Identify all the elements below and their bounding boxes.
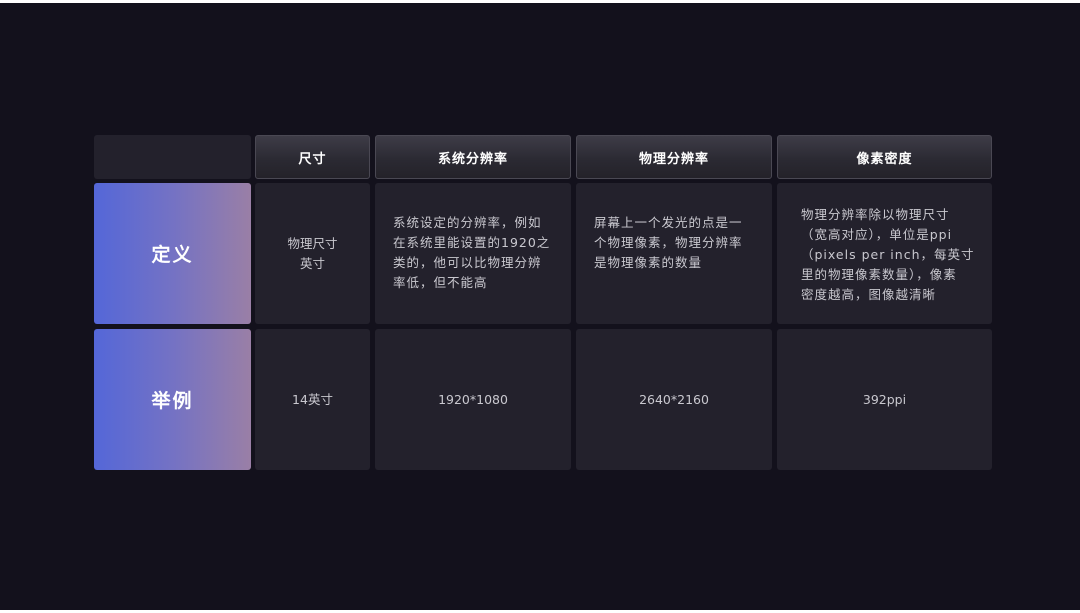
table-corner-cell bbox=[94, 135, 251, 179]
example-system-resolution-text: 1920*1080 bbox=[438, 391, 508, 407]
column-header-pixel-density: 像素密度 bbox=[777, 135, 992, 179]
definition-physical-resolution-cell: 屏幕上一个发光的点是一 个物理像素，物理分辨率 是物理像素的数量 bbox=[576, 183, 772, 324]
definition-size-text: 物理尺寸 英寸 bbox=[287, 235, 338, 271]
example-physical-resolution-cell: 2640*2160 bbox=[576, 329, 772, 470]
column-header-system-resolution: 系统分辨率 bbox=[375, 135, 571, 179]
example-physical-resolution-text: 2640*2160 bbox=[639, 391, 709, 407]
example-system-resolution-cell: 1920*1080 bbox=[375, 329, 571, 470]
column-header-size: 尺寸 bbox=[255, 135, 370, 179]
example-size-cell: 14英寸 bbox=[255, 329, 370, 470]
row-header-example: 举例 bbox=[94, 329, 251, 470]
definition-pixel-density-cell: 物理分辨率除以物理尺寸 （宽高对应），单位是ppi （pixels per in… bbox=[777, 183, 992, 324]
definition-pixel-density-text: 物理分辨率除以物理尺寸 （宽高对应），单位是ppi （pixels per in… bbox=[801, 207, 975, 302]
column-header-physical-resolution: 物理分辨率 bbox=[576, 135, 772, 179]
example-size-text: 14英寸 bbox=[292, 391, 333, 407]
definition-size-cell: 物理尺寸 英寸 bbox=[255, 183, 370, 324]
example-pixel-density-cell: 392ppi bbox=[777, 329, 992, 470]
row-header-definition: 定义 bbox=[94, 183, 251, 324]
definition-system-resolution-text: 系统设定的分辨率，例如 在系统里能设置的1920之 类的，他可以比物理分辨 率低… bbox=[393, 215, 551, 290]
example-pixel-density-text: 392ppi bbox=[862, 391, 907, 407]
definition-physical-resolution-text: 屏幕上一个发光的点是一 个物理像素，物理分辨率 是物理像素的数量 bbox=[594, 215, 743, 270]
slide-canvas: 尺寸 系统分辨率 物理分辨率 像素密度 定义 物理尺寸 英寸 系统设定的分辨率，… bbox=[0, 3, 1080, 610]
definition-system-resolution-cell: 系统设定的分辨率，例如 在系统里能设置的1920之 类的，他可以比物理分辨 率低… bbox=[375, 183, 571, 324]
